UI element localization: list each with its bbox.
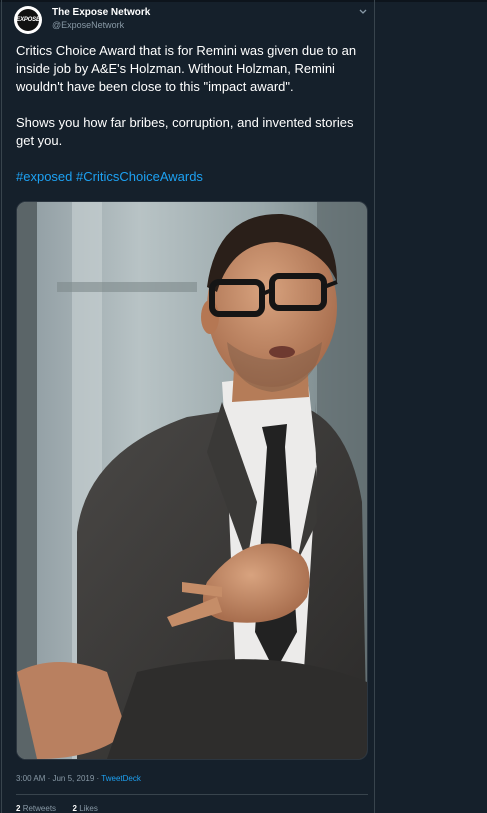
author-handle[interactable]: @ExposeNetwork — [52, 20, 124, 30]
tweet-paragraph-2: Shows you how far bribes, corruption, an… — [16, 115, 354, 148]
tweet-photo[interactable] — [16, 201, 368, 760]
likes-count: 2 — [72, 804, 77, 813]
tweet-stats: 2 Retweets 2 Likes — [16, 804, 98, 813]
hashtag-critics-choice-awards[interactable]: #CriticsChoiceAwards — [76, 169, 203, 184]
hashtag-exposed[interactable]: #exposed — [16, 169, 72, 184]
retweets-count: 2 — [16, 804, 21, 813]
timeline-right-border — [374, 0, 375, 813]
tweet-header: EXPOSE The Expose Network @ExposeNetwork — [14, 6, 370, 36]
tweet-source[interactable]: TweetDeck — [101, 774, 141, 783]
photo-man-in-suit — [17, 202, 367, 759]
likes-stat[interactable]: 2 Likes — [73, 804, 98, 813]
timeline-left-border — [1, 0, 2, 813]
retweets-label: Retweets — [22, 804, 57, 813]
author-name[interactable]: The Expose Network — [52, 7, 150, 18]
tweet-date[interactable]: Jun 5, 2019 — [52, 774, 94, 783]
tweet-paragraph-1: Critics Choice Award that is for Remini … — [16, 43, 357, 94]
avatar-logo: EXPOSE — [16, 9, 40, 31]
tweet-text: Critics Choice Award that is for Remini … — [16, 42, 372, 186]
avatar[interactable]: EXPOSE — [14, 6, 42, 34]
likes-label: Likes — [79, 804, 98, 813]
tweet-metadata: 3:00 AM · Jun 5, 2019 · TweetDeck — [16, 774, 141, 783]
retweets-stat[interactable]: 2 Retweets — [16, 804, 58, 813]
hashtag-list: #exposed #CriticsChoiceAwards — [16, 168, 372, 186]
divider — [16, 794, 368, 795]
chevron-down-icon[interactable] — [356, 4, 370, 18]
window-top-edge — [0, 0, 487, 2]
tweet-time[interactable]: 3:00 AM — [16, 774, 45, 783]
